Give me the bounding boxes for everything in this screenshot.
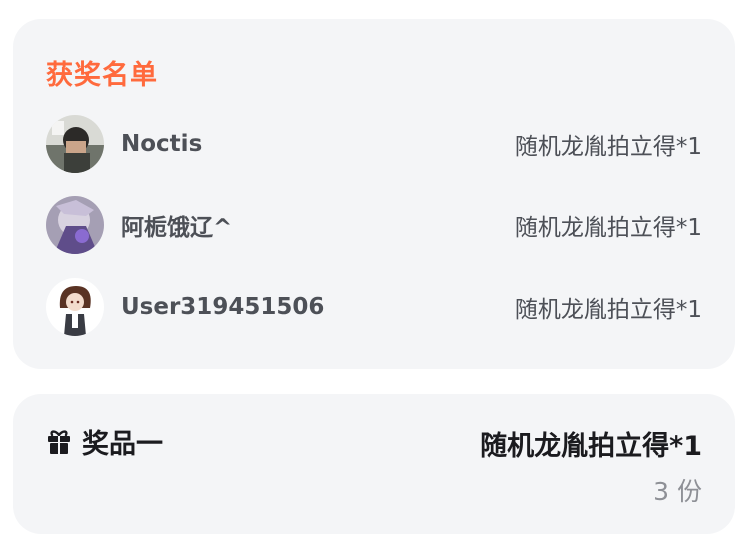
prize-count: 3 份 bbox=[653, 477, 702, 506]
winners-card: 获奖名单 Noctis 随机龙胤拍立得*1 阿栀饿辽^ 随机龙胤拍立得*1 Us… bbox=[13, 19, 735, 369]
prize-label: 奖品一 bbox=[82, 429, 163, 460]
winner-row[interactable]: Noctis 随机龙胤拍立得*1 bbox=[46, 115, 702, 173]
prize-header: 奖品一 bbox=[46, 422, 163, 461]
gift-icon bbox=[48, 429, 70, 454]
prize-name: 随机龙胤拍立得*1 bbox=[480, 431, 702, 462]
winner-prize: 随机龙胤拍立得*1 bbox=[514, 215, 702, 241]
winners-title: 获奖名单 bbox=[46, 60, 158, 91]
prize-card: 奖品一 随机龙胤拍立得*1 3 份 bbox=[13, 394, 735, 534]
winner-prize: 随机龙胤拍立得*1 bbox=[514, 134, 702, 160]
winner-name: User319451506 bbox=[121, 294, 325, 320]
winner-name: 阿栀饿辽^ bbox=[121, 215, 233, 241]
winner-name: Noctis bbox=[121, 131, 203, 157]
winner-row[interactable]: 阿栀饿辽^ 随机龙胤拍立得*1 bbox=[46, 196, 702, 254]
winner-row[interactable]: User319451506 随机龙胤拍立得*1 bbox=[46, 278, 702, 336]
avatar[interactable] bbox=[46, 115, 104, 173]
avatar[interactable] bbox=[46, 278, 104, 336]
winner-prize: 随机龙胤拍立得*1 bbox=[514, 297, 702, 323]
avatar[interactable] bbox=[46, 196, 104, 254]
